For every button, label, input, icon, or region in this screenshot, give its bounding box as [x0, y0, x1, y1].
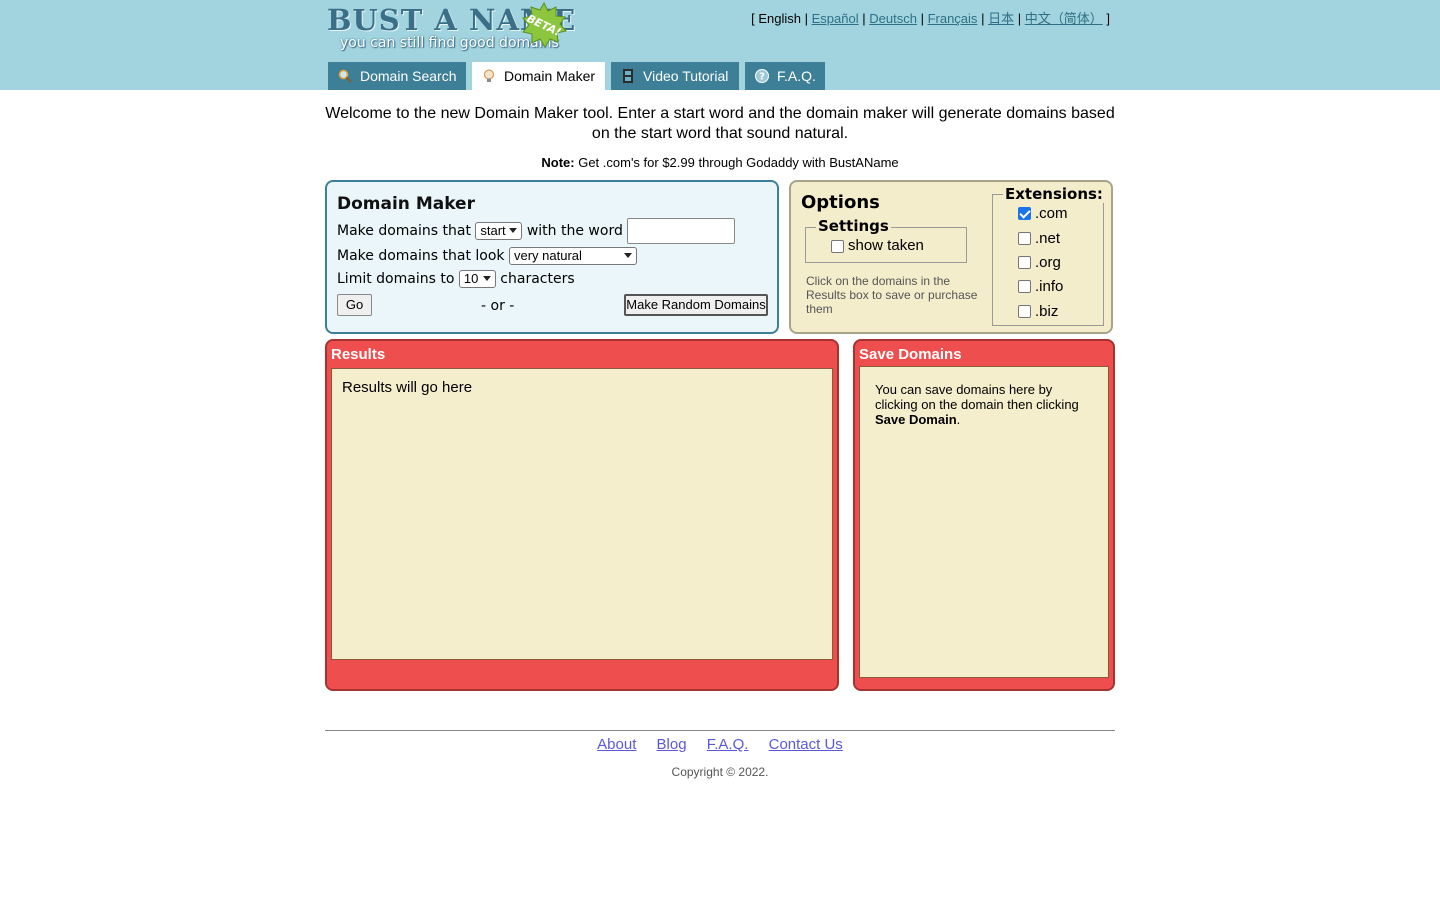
footer-about-link[interactable]: About [597, 736, 636, 753]
footer-links: About Blog F.A.Q. Contact Us [325, 736, 1115, 753]
footer-faq-link[interactable]: F.A.Q. [707, 736, 749, 753]
lang-english: English [758, 11, 801, 26]
footer-divider [325, 730, 1115, 731]
copyright-text: Copyright © 2022. [671, 765, 769, 779]
language-selector: [ English | Español | Deutsch | Français… [751, 11, 1110, 26]
site-logo[interactable]: BUST A NAME you can still find good doma… [327, 1, 575, 56]
site-header: BUST A NAME you can still find good doma… [0, 0, 1440, 90]
options-help-text: Click on the domains in the Results box … [806, 274, 978, 316]
maker-row-limit: Limit domains to 10 characters [337, 270, 575, 288]
ext-net-label: .net [1035, 230, 1061, 247]
ext-biz-label: .biz [1035, 303, 1059, 320]
tab-video-tutorial[interactable]: Video Tutorial [611, 62, 739, 90]
go-button[interactable]: Go [337, 294, 372, 316]
ext-net-checkbox[interactable] [1018, 232, 1031, 245]
options-panel: Options Settings show taken Click on the… [789, 180, 1113, 334]
tab-faq[interactable]: ? F.A.Q. [745, 62, 825, 90]
maker-row-position: Make domains that start with the word [337, 218, 736, 244]
save-domain-emphasis: Save Domain [875, 412, 957, 427]
domain-maker-title: Domain Maker [337, 194, 475, 214]
lang-deutsch-link[interactable]: Deutsch [869, 11, 917, 26]
show-taken-checkbox[interactable] [831, 240, 844, 253]
magnifier-icon [338, 69, 352, 83]
tab-domain-maker[interactable]: Domain Maker [472, 62, 605, 90]
lang-chinese-link[interactable]: 中文（简体） [1025, 11, 1103, 26]
limit-select[interactable]: 10 [458, 270, 496, 288]
start-word-input[interactable] [627, 218, 736, 244]
beta-badge-icon: BETA! [521, 1, 567, 48]
note-label: Note: [541, 155, 575, 170]
ext-com-label: .com [1035, 205, 1068, 222]
save-domains-box[interactable]: You can save domains here by clicking on… [859, 366, 1109, 678]
show-taken-label: show taken [848, 237, 924, 254]
ext-info-label: .info [1035, 278, 1064, 295]
settings-group: Settings show taken [805, 217, 967, 263]
domain-maker-panel: Domain Maker Make domains that start wit… [325, 180, 779, 334]
extensions-legend: Extensions: [1003, 185, 1105, 203]
options-title: Options [801, 192, 880, 213]
note-text: Get .com's for $2.99 through Godaddy wit… [578, 155, 899, 170]
ext-info-checkbox[interactable] [1018, 280, 1031, 293]
ext-org-checkbox[interactable] [1018, 256, 1031, 269]
extensions-group: Extensions: .com .net .org .info .biz [992, 185, 1105, 326]
svg-text:?: ? [759, 72, 765, 83]
position-select[interactable]: start [475, 222, 523, 240]
results-box[interactable]: Results will go here [331, 368, 833, 660]
results-placeholder: Results will go here [342, 379, 473, 396]
lang-espanol-link[interactable]: Español [812, 11, 859, 26]
ext-com-checkbox[interactable] [1018, 207, 1031, 220]
look-select[interactable]: very natural [508, 247, 637, 265]
footer-blog-link[interactable]: Blog [657, 736, 687, 753]
tab-domain-search[interactable]: Domain Search [328, 62, 466, 90]
results-panel: Results Results will go here [325, 339, 839, 691]
footer-contact-link[interactable]: Contact Us [769, 736, 843, 753]
ext-biz-checkbox[interactable] [1018, 305, 1031, 318]
lightbulb-icon [484, 69, 494, 82]
intro-text: Welcome to the new Domain Maker tool. En… [325, 105, 1115, 142]
make-random-domains-button[interactable]: Make Random Domains [624, 294, 768, 316]
note-line: Note: Get .com's for $2.99 through Godad… [325, 155, 1115, 170]
save-domains-title: Save Domains [859, 346, 962, 363]
save-domains-panel: Save Domains You can save domains here b… [853, 339, 1115, 691]
settings-legend: Settings [816, 217, 891, 235]
or-separator: - or - [481, 298, 515, 314]
film-icon [623, 69, 633, 83]
help-icon: ? [755, 69, 769, 83]
lang-japanese-link[interactable]: 日本 [988, 11, 1014, 26]
results-title: Results [331, 346, 386, 363]
maker-row-look: Make domains that look very natural [337, 247, 637, 265]
ext-org-label: .org [1035, 254, 1061, 271]
lang-francais-link[interactable]: Français [928, 11, 978, 26]
save-domains-help: You can save domains here by clicking on… [875, 382, 1079, 427]
